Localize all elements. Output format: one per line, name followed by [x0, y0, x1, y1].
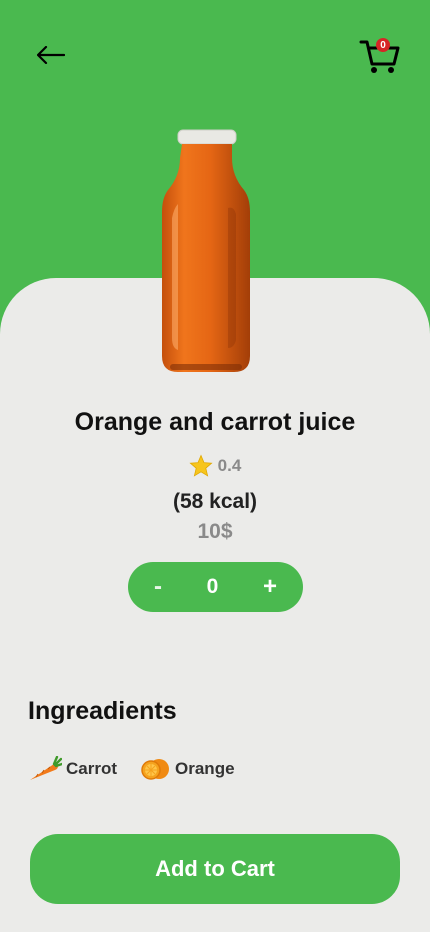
quantity-stepper: - 0 + — [128, 562, 303, 612]
juice-bottle-image — [162, 129, 250, 372]
star-icon — [189, 454, 213, 477]
product-rating: 0.4 — [0, 454, 430, 478]
price-label: 10$ — [197, 520, 233, 543]
rating-value: 0.4 — [217, 456, 242, 475]
ingredients-list: Carrot Orange — [28, 756, 235, 782]
ingredient-item-orange: Orange — [141, 757, 235, 781]
back-button[interactable] — [30, 36, 72, 74]
ingredient-item-carrot: Carrot — [28, 756, 117, 782]
product-title: Orange and carrot juice — [74, 408, 356, 436]
orange-icon — [141, 759, 170, 780]
ingredient-label: Carrot — [66, 759, 118, 778]
arrow-left-icon — [37, 46, 65, 64]
increase-quantity-button[interactable]: + — [263, 575, 277, 599]
ingredients-heading: Ingreadients — [28, 697, 177, 725]
decrease-quantity-button[interactable]: - — [154, 575, 162, 599]
cart-count-badge: 0 — [376, 38, 390, 52]
carrot-icon — [30, 756, 62, 780]
add-to-cart-button[interactable]: Add to Cart — [30, 834, 400, 904]
quantity-value: 0 — [206, 575, 219, 598]
calories-label: (58 kcal) — [172, 490, 258, 513]
ingredient-label: Orange — [175, 759, 235, 778]
cart-button[interactable]: 0 — [358, 34, 402, 76]
